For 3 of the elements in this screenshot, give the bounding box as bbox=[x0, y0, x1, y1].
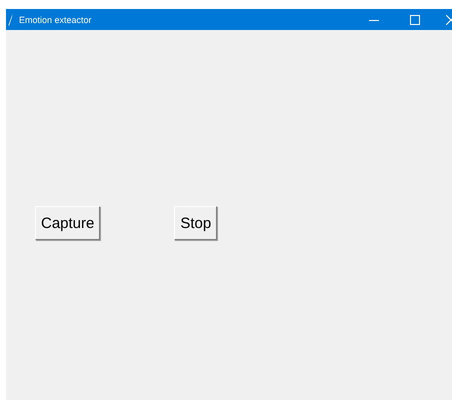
push-button[interactable]: Capture bbox=[35, 206, 100, 240]
window-title: Emotion exteactor bbox=[19, 14, 92, 24]
push-button[interactable]: Stop bbox=[174, 206, 218, 240]
